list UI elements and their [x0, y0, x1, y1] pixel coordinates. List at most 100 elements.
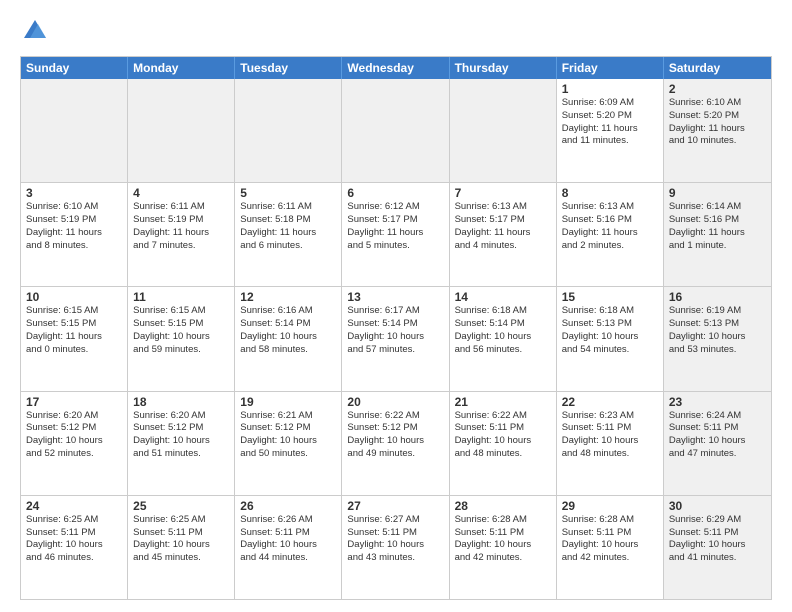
header-day-friday: Friday [557, 57, 664, 79]
empty-cell-0-4 [450, 79, 557, 182]
calendar-row-4: 24Sunrise: 6:25 AMSunset: 5:11 PMDayligh… [21, 495, 771, 599]
day-cell-27: 27Sunrise: 6:27 AMSunset: 5:11 PMDayligh… [342, 496, 449, 599]
day-info: Sunrise: 6:12 AMSunset: 5:17 PMDaylight:… [347, 201, 443, 252]
day-cell-10: 10Sunrise: 6:15 AMSunset: 5:15 PMDayligh… [21, 287, 128, 390]
day-number: 19 [240, 395, 336, 409]
day-number: 4 [133, 186, 229, 200]
header-day-monday: Monday [128, 57, 235, 79]
day-cell-11: 11Sunrise: 6:15 AMSunset: 5:15 PMDayligh… [128, 287, 235, 390]
header-day-wednesday: Wednesday [342, 57, 449, 79]
day-number: 11 [133, 290, 229, 304]
empty-cell-0-3 [342, 79, 449, 182]
day-number: 27 [347, 499, 443, 513]
day-number: 28 [455, 499, 551, 513]
day-number: 12 [240, 290, 336, 304]
day-cell-5: 5Sunrise: 6:11 AMSunset: 5:18 PMDaylight… [235, 183, 342, 286]
header-day-tuesday: Tuesday [235, 57, 342, 79]
day-number: 18 [133, 395, 229, 409]
day-info: Sunrise: 6:26 AMSunset: 5:11 PMDaylight:… [240, 514, 336, 565]
day-info: Sunrise: 6:18 AMSunset: 5:14 PMDaylight:… [455, 305, 551, 356]
logo-icon [20, 16, 50, 46]
day-number: 26 [240, 499, 336, 513]
day-info: Sunrise: 6:28 AMSunset: 5:11 PMDaylight:… [562, 514, 658, 565]
day-info: Sunrise: 6:25 AMSunset: 5:11 PMDaylight:… [133, 514, 229, 565]
day-number: 7 [455, 186, 551, 200]
day-cell-23: 23Sunrise: 6:24 AMSunset: 5:11 PMDayligh… [664, 392, 771, 495]
day-info: Sunrise: 6:22 AMSunset: 5:11 PMDaylight:… [455, 410, 551, 461]
header-day-thursday: Thursday [450, 57, 557, 79]
day-info: Sunrise: 6:27 AMSunset: 5:11 PMDaylight:… [347, 514, 443, 565]
day-number: 8 [562, 186, 658, 200]
day-cell-6: 6Sunrise: 6:12 AMSunset: 5:17 PMDaylight… [342, 183, 449, 286]
day-info: Sunrise: 6:09 AMSunset: 5:20 PMDaylight:… [562, 97, 658, 148]
day-number: 1 [562, 82, 658, 96]
day-cell-1: 1Sunrise: 6:09 AMSunset: 5:20 PMDaylight… [557, 79, 664, 182]
calendar-header: SundayMondayTuesdayWednesdayThursdayFrid… [21, 57, 771, 79]
day-info: Sunrise: 6:18 AMSunset: 5:13 PMDaylight:… [562, 305, 658, 356]
day-cell-19: 19Sunrise: 6:21 AMSunset: 5:12 PMDayligh… [235, 392, 342, 495]
day-info: Sunrise: 6:20 AMSunset: 5:12 PMDaylight:… [133, 410, 229, 461]
day-info: Sunrise: 6:22 AMSunset: 5:12 PMDaylight:… [347, 410, 443, 461]
day-info: Sunrise: 6:10 AMSunset: 5:20 PMDaylight:… [669, 97, 766, 148]
day-number: 3 [26, 186, 122, 200]
day-number: 10 [26, 290, 122, 304]
header-day-saturday: Saturday [664, 57, 771, 79]
logo [20, 16, 54, 46]
day-cell-8: 8Sunrise: 6:13 AMSunset: 5:16 PMDaylight… [557, 183, 664, 286]
day-number: 14 [455, 290, 551, 304]
day-cell-12: 12Sunrise: 6:16 AMSunset: 5:14 PMDayligh… [235, 287, 342, 390]
day-info: Sunrise: 6:17 AMSunset: 5:14 PMDaylight:… [347, 305, 443, 356]
day-info: Sunrise: 6:11 AMSunset: 5:19 PMDaylight:… [133, 201, 229, 252]
day-info: Sunrise: 6:10 AMSunset: 5:19 PMDaylight:… [26, 201, 122, 252]
header [20, 16, 772, 46]
day-number: 16 [669, 290, 766, 304]
day-info: Sunrise: 6:14 AMSunset: 5:16 PMDaylight:… [669, 201, 766, 252]
day-cell-26: 26Sunrise: 6:26 AMSunset: 5:11 PMDayligh… [235, 496, 342, 599]
day-info: Sunrise: 6:13 AMSunset: 5:17 PMDaylight:… [455, 201, 551, 252]
calendar-row-2: 10Sunrise: 6:15 AMSunset: 5:15 PMDayligh… [21, 286, 771, 390]
day-cell-25: 25Sunrise: 6:25 AMSunset: 5:11 PMDayligh… [128, 496, 235, 599]
day-info: Sunrise: 6:28 AMSunset: 5:11 PMDaylight:… [455, 514, 551, 565]
day-cell-16: 16Sunrise: 6:19 AMSunset: 5:13 PMDayligh… [664, 287, 771, 390]
day-number: 20 [347, 395, 443, 409]
day-info: Sunrise: 6:19 AMSunset: 5:13 PMDaylight:… [669, 305, 766, 356]
day-info: Sunrise: 6:13 AMSunset: 5:16 PMDaylight:… [562, 201, 658, 252]
page: SundayMondayTuesdayWednesdayThursdayFrid… [0, 0, 792, 612]
day-info: Sunrise: 6:11 AMSunset: 5:18 PMDaylight:… [240, 201, 336, 252]
day-cell-18: 18Sunrise: 6:20 AMSunset: 5:12 PMDayligh… [128, 392, 235, 495]
empty-cell-0-0 [21, 79, 128, 182]
day-cell-30: 30Sunrise: 6:29 AMSunset: 5:11 PMDayligh… [664, 496, 771, 599]
day-cell-20: 20Sunrise: 6:22 AMSunset: 5:12 PMDayligh… [342, 392, 449, 495]
day-cell-29: 29Sunrise: 6:28 AMSunset: 5:11 PMDayligh… [557, 496, 664, 599]
day-cell-17: 17Sunrise: 6:20 AMSunset: 5:12 PMDayligh… [21, 392, 128, 495]
day-number: 29 [562, 499, 658, 513]
day-info: Sunrise: 6:16 AMSunset: 5:14 PMDaylight:… [240, 305, 336, 356]
day-cell-13: 13Sunrise: 6:17 AMSunset: 5:14 PMDayligh… [342, 287, 449, 390]
day-number: 9 [669, 186, 766, 200]
day-cell-3: 3Sunrise: 6:10 AMSunset: 5:19 PMDaylight… [21, 183, 128, 286]
day-number: 25 [133, 499, 229, 513]
day-cell-9: 9Sunrise: 6:14 AMSunset: 5:16 PMDaylight… [664, 183, 771, 286]
calendar-body: 1Sunrise: 6:09 AMSunset: 5:20 PMDaylight… [21, 79, 771, 599]
day-cell-4: 4Sunrise: 6:11 AMSunset: 5:19 PMDaylight… [128, 183, 235, 286]
calendar: SundayMondayTuesdayWednesdayThursdayFrid… [20, 56, 772, 600]
day-info: Sunrise: 6:29 AMSunset: 5:11 PMDaylight:… [669, 514, 766, 565]
day-number: 6 [347, 186, 443, 200]
day-number: 17 [26, 395, 122, 409]
calendar-row-1: 3Sunrise: 6:10 AMSunset: 5:19 PMDaylight… [21, 182, 771, 286]
day-info: Sunrise: 6:24 AMSunset: 5:11 PMDaylight:… [669, 410, 766, 461]
day-cell-24: 24Sunrise: 6:25 AMSunset: 5:11 PMDayligh… [21, 496, 128, 599]
day-cell-21: 21Sunrise: 6:22 AMSunset: 5:11 PMDayligh… [450, 392, 557, 495]
day-cell-2: 2Sunrise: 6:10 AMSunset: 5:20 PMDaylight… [664, 79, 771, 182]
header-day-sunday: Sunday [21, 57, 128, 79]
day-number: 15 [562, 290, 658, 304]
day-number: 2 [669, 82, 766, 96]
empty-cell-0-2 [235, 79, 342, 182]
day-info: Sunrise: 6:23 AMSunset: 5:11 PMDaylight:… [562, 410, 658, 461]
day-info: Sunrise: 6:20 AMSunset: 5:12 PMDaylight:… [26, 410, 122, 461]
day-number: 21 [455, 395, 551, 409]
calendar-row-3: 17Sunrise: 6:20 AMSunset: 5:12 PMDayligh… [21, 391, 771, 495]
day-cell-14: 14Sunrise: 6:18 AMSunset: 5:14 PMDayligh… [450, 287, 557, 390]
empty-cell-0-1 [128, 79, 235, 182]
day-cell-7: 7Sunrise: 6:13 AMSunset: 5:17 PMDaylight… [450, 183, 557, 286]
